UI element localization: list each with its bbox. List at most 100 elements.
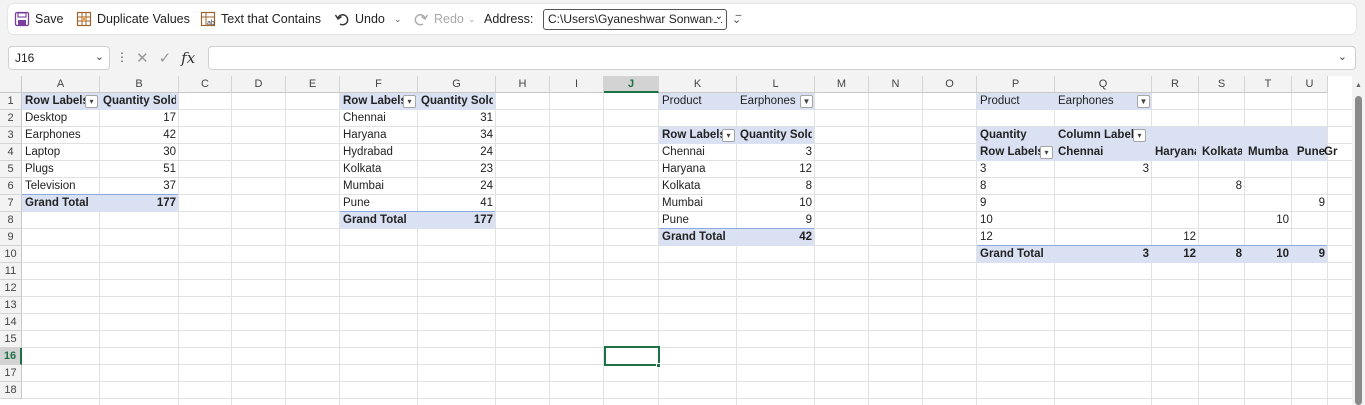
fill-handle[interactable] — [656, 363, 661, 368]
column-header-p[interactable]: P — [977, 76, 1055, 93]
row-header-8[interactable]: 8 — [0, 212, 22, 229]
vertical-scrollbar[interactable]: ▲ — [1352, 76, 1365, 405]
pivot4-row-label: 8 — [980, 180, 987, 192]
filter-dropdown-icon[interactable]: ▾ — [1040, 146, 1053, 159]
gridline-horizontal — [22, 347, 1352, 348]
pivot2-row-label: Haryana — [343, 129, 387, 141]
pivot2-row-label: Hydrabad — [343, 146, 393, 158]
row-header-3[interactable]: 3 — [0, 127, 22, 144]
filter-applied-icon[interactable]: ▼ — [800, 95, 813, 108]
more-icon[interactable]: ⋮ — [116, 50, 128, 64]
pivot3-row-label: Pune — [662, 214, 689, 226]
duplicate-values-label: Duplicate Values — [97, 12, 190, 26]
row-header-18[interactable]: 18 — [0, 382, 22, 399]
redo-dropdown[interactable]: ⌄ — [468, 4, 476, 34]
insert-function-icon[interactable]: fx — [181, 49, 195, 67]
undo-dropdown[interactable]: ⌄ — [394, 4, 402, 34]
cancel-icon[interactable]: ✕ — [136, 49, 149, 67]
pivot4-grand-total-value: 10 — [1276, 248, 1289, 260]
row-header-13[interactable]: 13 — [0, 297, 22, 314]
gridline-vertical — [231, 93, 232, 405]
pivot3-row-value: 10 — [799, 197, 812, 209]
row-header-9[interactable]: 9 — [0, 229, 22, 246]
row-header-7[interactable]: 7 — [0, 195, 22, 212]
column-header-f[interactable]: F — [340, 76, 418, 93]
column-header-g[interactable]: G — [418, 76, 496, 93]
row-header-4[interactable]: 4 — [0, 144, 22, 161]
column-header-o[interactable]: O — [923, 76, 977, 93]
pivot2-row-label: Mumbai — [343, 180, 384, 192]
column-header-q[interactable]: Q — [1055, 76, 1152, 93]
formula-input[interactable]: ⌄ — [208, 46, 1356, 70]
column-header-e[interactable]: E — [286, 76, 340, 93]
save-label: Save — [35, 12, 64, 26]
column-header-t[interactable]: T — [1245, 76, 1292, 93]
column-header-n[interactable]: N — [869, 76, 923, 93]
pivot1-row-value: 42 — [163, 129, 176, 141]
row-header-15[interactable]: 15 — [0, 331, 22, 348]
pivot4-cell-value: 8 — [1235, 180, 1242, 192]
enter-icon[interactable]: ✓ — [159, 49, 172, 67]
column-header-b[interactable]: B — [100, 76, 179, 93]
column-header-m[interactable]: M — [815, 76, 869, 93]
pivot4-filter-label: Product — [980, 95, 1020, 107]
column-header-u[interactable]: U — [1292, 76, 1328, 93]
selected-cell[interactable] — [604, 346, 660, 366]
pivot4-column-header: Haryana — [1155, 146, 1196, 158]
row-header-12[interactable]: 12 — [0, 280, 22, 297]
gridline-vertical — [178, 93, 179, 405]
column-header-a[interactable]: A — [22, 76, 100, 93]
pivot1-value-header: Quantity Sold — [103, 95, 176, 107]
scroll-up-icon[interactable]: ▲ — [1355, 82, 1362, 89]
toolbar-container: Save Duplicate Values ab Text that Conta… — [8, 4, 1356, 34]
text-contains-button[interactable]: ab Text that Contains — [200, 4, 321, 34]
row-header-11[interactable]: 11 — [0, 263, 22, 280]
scrollbar-thumb[interactable] — [1355, 96, 1362, 405]
customize-toolbar-button[interactable]: ⌄̅ — [732, 4, 741, 34]
pivot4-column-header: Gr — [1324, 146, 1338, 158]
filter-applied-icon[interactable]: ▼ — [1137, 95, 1150, 108]
pivot3-row-label: Kolkata — [662, 180, 701, 192]
row-header-16[interactable]: 16 — [0, 348, 22, 365]
row-header-14[interactable]: 14 — [0, 314, 22, 331]
filter-dropdown-icon[interactable]: ▾ — [722, 129, 735, 142]
chevron-down-icon: ⌄ — [468, 13, 476, 24]
row-header-10[interactable]: 10 — [0, 246, 22, 263]
column-header-k[interactable]: K — [659, 76, 737, 93]
row-header-1[interactable]: 1 — [0, 93, 22, 110]
row-header-6[interactable]: 6 — [0, 178, 22, 195]
column-header-s[interactable]: S — [1199, 76, 1245, 93]
save-button[interactable]: Save — [14, 4, 64, 34]
filter-dropdown-icon[interactable]: ▾ — [85, 95, 98, 108]
gridline-vertical — [417, 93, 418, 405]
column-header-i[interactable]: I — [550, 76, 604, 93]
select-all-corner[interactable] — [0, 76, 22, 93]
column-header-c[interactable]: C — [179, 76, 232, 93]
pivot3-filter-label: Product — [662, 95, 702, 107]
row-header-5[interactable]: 5 — [0, 161, 22, 178]
gridline-vertical — [99, 93, 100, 405]
duplicate-values-button[interactable]: Duplicate Values — [76, 4, 190, 34]
spreadsheet-grid[interactable]: ABCDEFGHIJKLMNOPQRSTU 1 2 3 4 5 6 7 8 9 10 11 12 13 1… — [0, 76, 1365, 405]
chevron-down-icon[interactable]: ⌄ — [95, 50, 104, 63]
column-header-d[interactable]: D — [232, 76, 286, 93]
expand-formula-icon[interactable]: ⌄ — [1338, 50, 1347, 63]
pivot4-filter-value: Earphones — [1058, 95, 1114, 107]
row-header-2[interactable]: 2 — [0, 110, 22, 127]
column-header-h[interactable]: H — [496, 76, 550, 93]
pivot2-row-value: 41 — [480, 197, 493, 209]
name-box[interactable]: J16 ⌄ — [8, 46, 110, 70]
pivot2-row-value: 31 — [480, 112, 493, 124]
row-header-17[interactable]: 17 — [0, 365, 22, 382]
column-header-r[interactable]: R — [1152, 76, 1199, 93]
undo-label: Undo — [355, 12, 385, 26]
undo-button[interactable]: Undo — [334, 4, 385, 34]
chevron-down-icon[interactable]: ⌄ — [712, 11, 723, 22]
pivot1-row-value: 51 — [163, 163, 176, 175]
filter-dropdown-icon[interactable]: ▾ — [403, 95, 416, 108]
column-header-j[interactable]: J — [604, 76, 659, 93]
redo-button[interactable]: Redo — [413, 4, 464, 34]
address-input[interactable]: C:\Users\Gyaneshwar Sonwane\ ⌄ — [543, 9, 727, 30]
column-header-l[interactable]: L — [737, 76, 815, 93]
filter-dropdown-icon[interactable]: ▾ — [1133, 129, 1146, 142]
